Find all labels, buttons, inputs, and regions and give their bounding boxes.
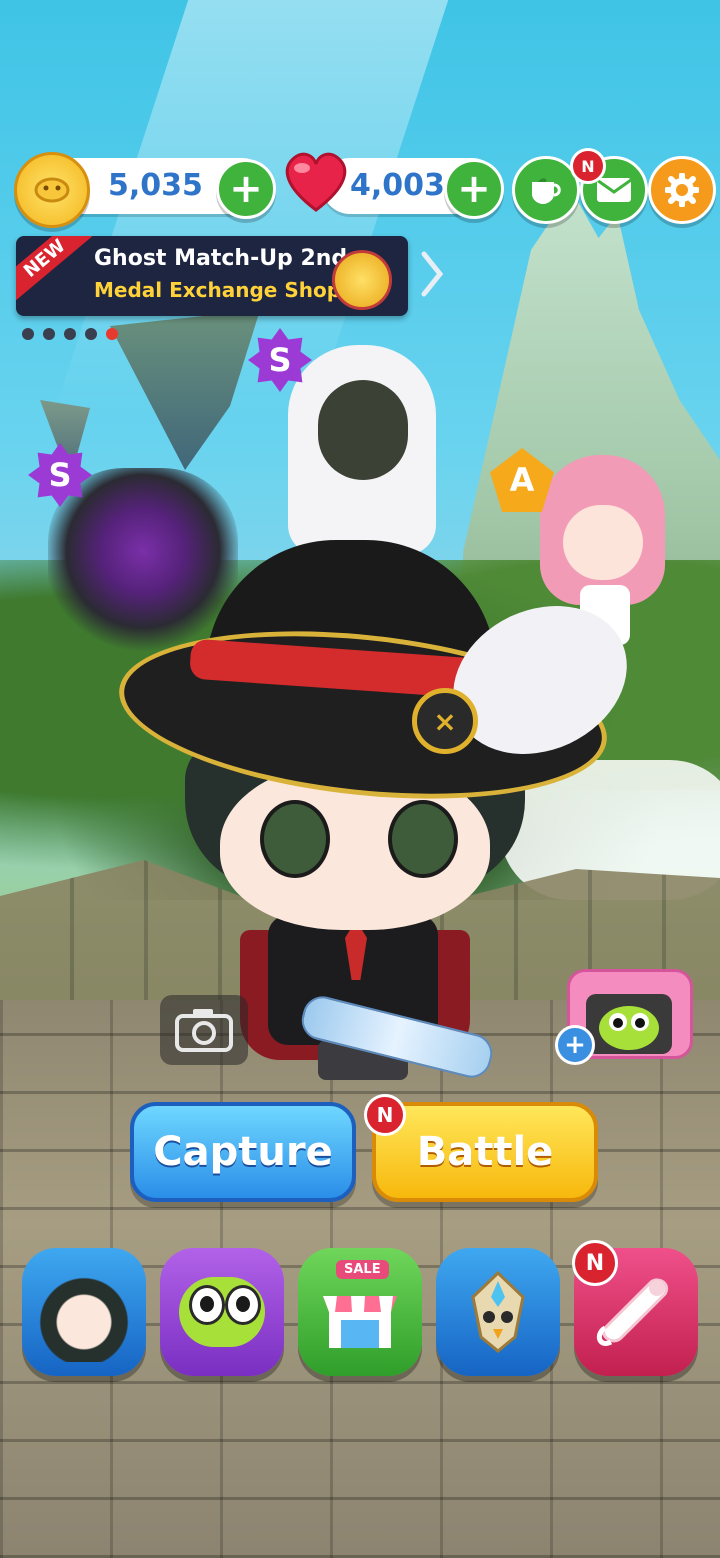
heart-amount: 4,003 [350,168,445,203]
nav-bird-knight-button[interactable] [436,1248,560,1376]
page-dot[interactable] [64,328,76,340]
hat-button-icon: × [412,688,478,754]
green-ghost-icon [179,1277,265,1347]
tea-cup-icon [532,178,561,204]
camera-icon [175,1009,233,1052]
mail-new-badge: N [570,148,606,184]
banner-next-arrow[interactable] [420,250,444,298]
heart-icon [280,146,352,216]
tv-screen [586,994,672,1054]
banner-title: Ghost Match-Up 2nd [94,246,348,271]
bird-knight-icon [471,1270,525,1353]
medal-icon [332,250,392,310]
banner-page-dots [22,328,118,340]
coin-icon [14,152,90,228]
grade-badge-s: S [248,328,312,392]
add-hearts-button[interactable]: + [444,159,504,219]
plus-icon: + [457,166,491,212]
gear-icon [665,173,699,207]
capture-button[interactable]: Capture [130,1102,356,1202]
game-screen: 5,035 + 4,003 + N NEW Ghost Match-Up 2nd… [0,0,720,1558]
page-dot[interactable] [85,328,97,340]
nav-ghost-collection-button[interactable] [160,1248,284,1376]
tv-reward-button[interactable]: + [555,955,693,1065]
hero-left-eye [260,800,330,878]
tv-plus-icon: + [555,1025,595,1065]
camera-button[interactable] [160,995,248,1065]
mail-icon [596,178,632,202]
hooded-ghost-face [318,380,408,480]
banner-subtitle: Medal Exchange Shops [94,278,353,302]
page-dot[interactable] [43,328,55,340]
bride-face [563,505,643,580]
add-coins-button[interactable]: + [216,159,276,219]
nav-character-button[interactable] [22,1248,146,1376]
coin-amount: 5,035 [108,168,203,203]
shop-icon [323,1296,397,1348]
sale-tag: SALE [336,1260,389,1279]
nav-shop-button[interactable]: SALE [298,1248,422,1376]
chevron-right-icon [421,251,444,297]
scroll-new-badge: N [572,1240,618,1286]
new-ribbon: NEW [16,236,96,305]
scroll-icon [596,1278,668,1346]
settings-button[interactable] [648,156,716,224]
hero-right-eye [388,800,458,878]
battle-new-badge: N [364,1094,406,1136]
page-dot-active[interactable] [106,328,118,340]
plus-icon: + [229,166,263,212]
hero-portrait-icon [34,1262,134,1362]
event-banner[interactable]: NEW Ghost Match-Up 2nd Medal Exchange Sh… [16,236,408,316]
page-dot[interactable] [22,328,34,340]
